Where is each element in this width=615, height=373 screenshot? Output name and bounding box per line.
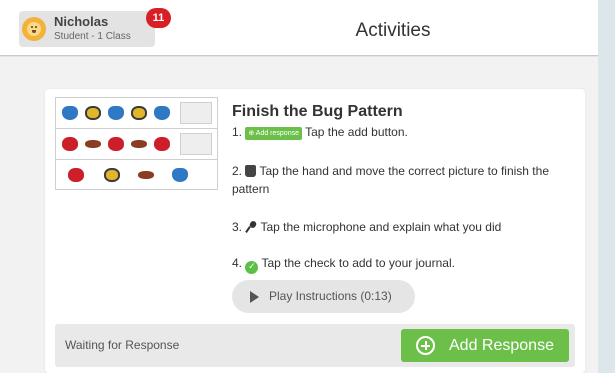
notification-badge[interactable]: 11	[146, 8, 171, 28]
bee-icon	[131, 106, 147, 120]
activity-title: Finish the Bug Pattern	[232, 103, 403, 120]
instruction-step-2: 2. Tap the hand and move the correct pic…	[232, 164, 549, 196]
check-icon: ✓	[245, 261, 259, 274]
lion-avatar-icon	[22, 17, 46, 41]
add-response-mini-badge: ⊕ Add response	[245, 127, 302, 140]
ant-icon	[131, 140, 147, 148]
add-response-button[interactable]: Add Response	[401, 329, 569, 362]
user-name: Nicholas	[54, 14, 109, 29]
butterfly-icon	[154, 106, 170, 120]
instruction-step-3: 3. Tap the microphone and explain what y…	[232, 220, 502, 234]
play-instructions-button[interactable]: Play Instructions (0:13)	[232, 280, 415, 313]
user-menu[interactable]: Nicholas Student - 1 Class	[19, 11, 155, 47]
page-title: Activities	[355, 20, 431, 41]
instruction-step-4: 4. ✓ Tap the check to add to your journa…	[232, 256, 455, 274]
user-subtitle: Student - 1 Class	[54, 31, 131, 42]
top-header: Nicholas Student - 1 Class 11 Activities	[0, 0, 598, 56]
hand-icon	[245, 165, 257, 177]
response-status: Waiting for Response	[65, 338, 180, 352]
instruction-step-1: 1. ⊕ Add response Tap the add button.	[232, 125, 408, 140]
ant-icon	[138, 171, 154, 179]
ant-icon	[85, 140, 101, 148]
microphone-icon	[245, 221, 257, 233]
response-bar: Waiting for Response Add Response	[55, 324, 575, 367]
plus-circle-icon	[416, 336, 435, 355]
ladybug-icon	[154, 137, 170, 151]
ladybug-icon	[108, 137, 124, 151]
pattern-row	[56, 98, 217, 129]
ladybug-icon	[62, 137, 78, 151]
pattern-row	[56, 129, 217, 160]
pattern-blank-slot	[180, 102, 212, 124]
butterfly-icon	[108, 106, 124, 120]
bee-icon	[85, 106, 101, 120]
butterfly-icon	[62, 106, 78, 120]
pattern-choices	[56, 160, 217, 191]
play-icon	[250, 291, 259, 303]
butterfly-icon	[172, 168, 188, 182]
bee-icon	[104, 168, 120, 182]
activity-thumbnail[interactable]	[55, 97, 218, 190]
ladybug-icon	[68, 168, 84, 182]
pattern-blank-slot	[180, 133, 212, 155]
